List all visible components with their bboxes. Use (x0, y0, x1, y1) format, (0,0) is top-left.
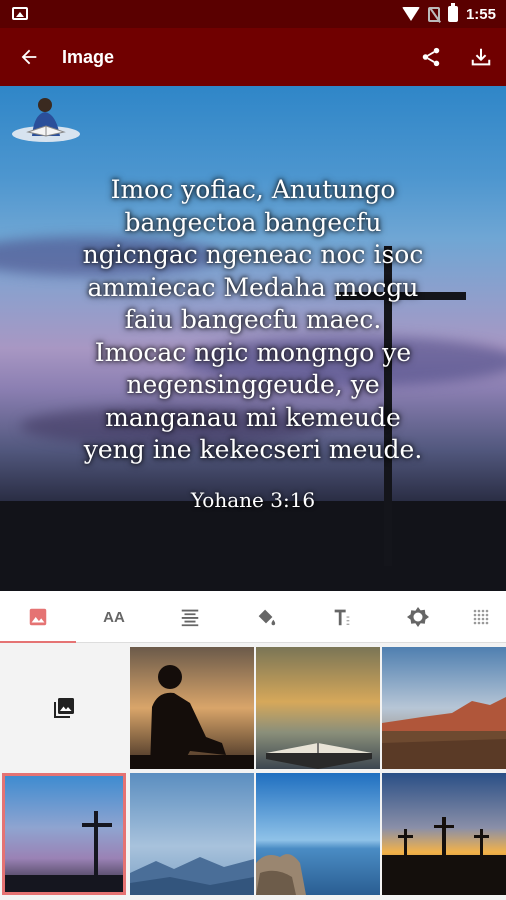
status-bar: 1:55 (0, 0, 506, 28)
arrow-back-icon (21, 49, 37, 65)
app-bar: Image (0, 28, 506, 86)
verse-line: yeng ine kekecseri meude. (83, 435, 423, 464)
share-button[interactable] (416, 42, 446, 72)
verse-line: Imoc yofiac, Anutungo (110, 175, 396, 204)
brightness-icon (407, 607, 429, 627)
background-thumb-rocky-shore[interactable] (256, 773, 380, 895)
background-thumb-three-crosses[interactable] (382, 773, 506, 895)
gallery-picker-button[interactable] (2, 647, 126, 769)
thumb-image (256, 773, 380, 895)
tab-more[interactable] (456, 591, 506, 643)
image-notification-icon (12, 7, 28, 20)
verse-line: manganau mi kemeude (105, 402, 401, 432)
background-grid (0, 643, 506, 900)
background-thumb-cross-dusk[interactable] (2, 773, 126, 895)
tab-alignment[interactable] (152, 591, 228, 643)
tab-background-image[interactable] (0, 591, 76, 644)
thumb-image (382, 773, 506, 895)
download-icon (471, 48, 491, 66)
no-sim-icon (427, 6, 440, 22)
page-title: Image (62, 47, 115, 67)
thumb-image (130, 773, 254, 895)
background-thumb-boy-reading[interactable] (130, 647, 254, 769)
status-time: 1:55 (465, 5, 496, 23)
ground-silhouette (0, 501, 506, 591)
battery-icon (447, 3, 458, 22)
wifi-icon (401, 7, 420, 21)
tab-text-format[interactable] (304, 591, 380, 643)
photo-library-icon (54, 698, 74, 718)
tab-brightness[interactable] (380, 591, 456, 643)
verse-line: Imocac ngic mongngo ye (94, 337, 412, 367)
verse-line: faiu bangecfu maec. (124, 305, 382, 334)
thumb-image (382, 647, 506, 769)
text-format-icon (334, 609, 350, 626)
back-button[interactable] (14, 42, 44, 72)
verse-line: ngicngac ngeneac noc isoc (82, 240, 424, 269)
image-icon (29, 608, 47, 626)
thumb-image (130, 647, 254, 769)
verse-line: bangectoa bangecfu (124, 207, 382, 237)
download-button[interactable] (466, 42, 496, 72)
tab-color[interactable] (228, 591, 304, 643)
verse-line: negensinggeude, ye (126, 370, 380, 399)
background-thumb-desert[interactable] (382, 647, 506, 769)
verse-line: ammiecac Medaha mocgu (87, 272, 419, 302)
align-icon (181, 609, 199, 627)
paint-bucket-icon (258, 609, 276, 626)
text-size-icon: AA (103, 608, 125, 626)
share-icon (422, 47, 440, 67)
dots-grid-icon (473, 609, 489, 625)
editor-tabs: AA (0, 591, 506, 644)
verse-reference: Yohane 3:16 (190, 488, 316, 512)
background-thumb-misty-mountains[interactable] (130, 773, 254, 895)
verse-preview-image[interactable]: Imoc yofiac, Anutungo bangectoa bangecfu… (0, 86, 506, 591)
background-thumb-bible[interactable] (256, 647, 380, 769)
tab-text-size[interactable]: AA (76, 591, 152, 643)
thumb-image (2, 773, 126, 895)
thumb-image (256, 647, 380, 769)
app-logo (12, 98, 80, 142)
verse-text: Imoc yofiac, Anutungo bangectoa bangecfu… (30, 174, 476, 467)
